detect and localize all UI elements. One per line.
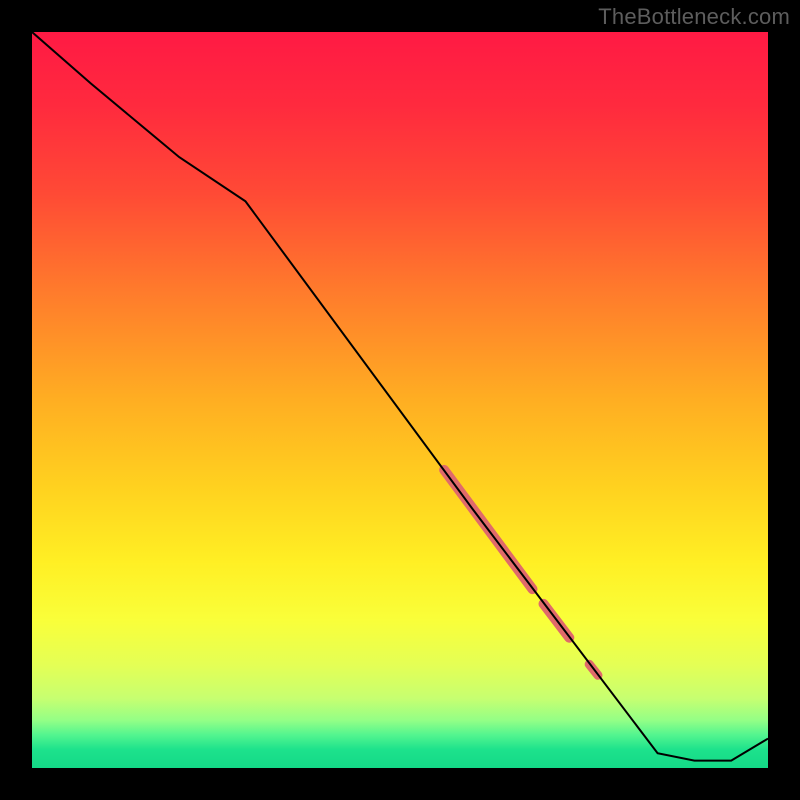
watermark-text: TheBottleneck.com [598, 4, 790, 30]
plot-area [32, 32, 768, 768]
curve-overlay [32, 32, 768, 768]
chart-frame: TheBottleneck.com [0, 0, 800, 800]
